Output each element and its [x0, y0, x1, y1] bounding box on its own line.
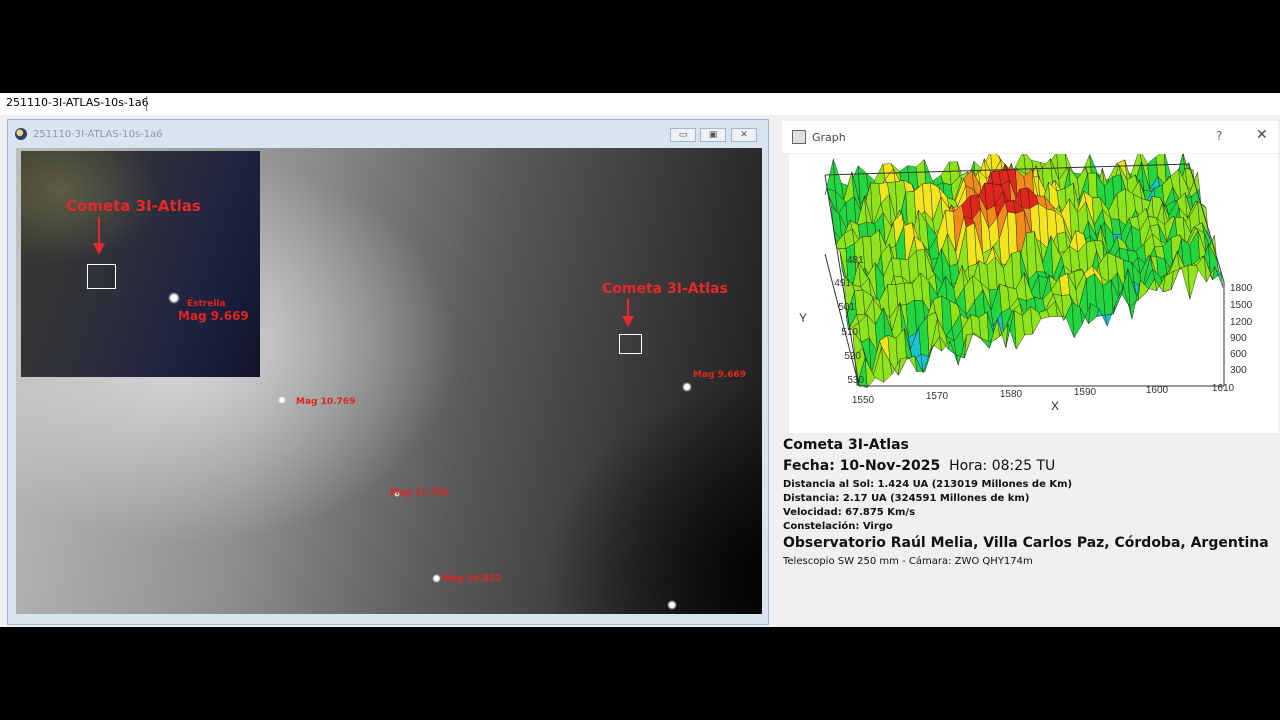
- image-window: 251110-3I-ATLAS-10s-1a6 ▭ ▣ ✕ Cometa 3I-…: [7, 119, 769, 625]
- info-observatory: Observatorio Raúl Melia, Villa Carlos Pa…: [783, 535, 1269, 551]
- astro-image[interactable]: Cometa 3I-Atlas Mag 9.669 Mag 10.769 Mag…: [16, 148, 762, 614]
- y-axis-label: Y: [799, 311, 807, 325]
- close-button[interactable]: ✕: [731, 128, 757, 142]
- info-constellation: Constelación: Virgo: [783, 521, 893, 532]
- document-tab-bar: 251110-3I-ATLAS-10s-1a6: [0, 93, 1280, 116]
- z-tick: 900: [1230, 333, 1247, 344]
- comet-selection-box: [619, 334, 642, 354]
- x-tick: 1550: [852, 395, 875, 406]
- inset-star-label: Estrella: [187, 299, 226, 309]
- magnitude-label: Mag 10.769: [296, 397, 356, 407]
- y-tick: 481: [847, 255, 864, 266]
- y-tick: 501: [838, 302, 855, 313]
- x-axis-label: X: [1051, 399, 1059, 413]
- info-title: Cometa 3I-Atlas: [783, 437, 909, 453]
- image-window-title: 251110-3I-ATLAS-10s-1a6: [33, 129, 163, 140]
- zoom-inset: Cometa 3I-Atlas Estrella Mag 9.669: [21, 151, 260, 377]
- info-fecha: Fecha: 10-Nov-2025: [783, 458, 941, 474]
- y-tick: 530: [847, 375, 864, 386]
- magnitude-label: Mag 9.669: [693, 370, 747, 380]
- image-window-titlebar[interactable]: 251110-3I-ATLAS-10s-1a6 ▭ ▣ ✕: [8, 120, 768, 148]
- surface-plot[interactable]: 481 491 501 510 520 530 Y 1550 1570 1580…: [789, 149, 1278, 433]
- info-date-line: Fecha: 10-Nov-2025 Hora: 08:25 TU: [783, 458, 1055, 474]
- y-tick: 491: [834, 278, 851, 289]
- graph-icon: [792, 130, 806, 144]
- info-equipment: Telescopio SW 250 mm - Cámara: ZWO QHY17…: [783, 556, 1033, 567]
- inset-comet-label: Cometa 3I-Atlas: [66, 197, 201, 215]
- x-tick: 1580: [1000, 389, 1023, 400]
- z-tick: 1800: [1230, 283, 1253, 294]
- y-tick: 510: [841, 327, 858, 338]
- info-distance-sun: Distancia al Sol: 1.424 UA (213019 Millo…: [783, 479, 1073, 490]
- arrow-down-icon: [93, 217, 105, 255]
- minimize-button[interactable]: ▭: [670, 128, 696, 142]
- arrow-down-icon: [622, 298, 634, 327]
- inset-star-mag: Mag 9.669: [178, 309, 249, 323]
- z-tick: 600: [1230, 349, 1247, 360]
- close-button[interactable]: ✕: [1256, 127, 1268, 143]
- x-tick: 1590: [1074, 387, 1097, 398]
- star: [682, 382, 692, 392]
- info-panel: Cometa 3I-Atlas Fecha: 10-Nov-2025 Hora:…: [782, 435, 1278, 575]
- surface-mesh: [824, 149, 1224, 389]
- graph-window: Graph ? ✕ 481 491 501 510 520 530 Y 1550…: [782, 121, 1278, 627]
- star: [667, 600, 677, 610]
- info-hora: Hora: 08:25 TU: [949, 458, 1056, 474]
- maximize-button[interactable]: ▣: [700, 128, 726, 142]
- x-tick: 1570: [926, 391, 949, 402]
- star: [168, 292, 180, 304]
- z-tick: 300: [1230, 365, 1247, 376]
- info-velocity: Velocidad: 67.875 Km/s: [783, 507, 916, 518]
- z-tick: 1500: [1230, 300, 1253, 311]
- z-tick: 1200: [1230, 317, 1253, 328]
- star: [278, 396, 286, 404]
- star: [432, 574, 441, 583]
- comet-label: Cometa 3I-Atlas: [602, 281, 728, 297]
- magnitude-label: Mag 11.792: [390, 488, 450, 498]
- x-tick: 1610: [1212, 383, 1235, 394]
- app-icon: [15, 128, 27, 140]
- surface-plot-svg: 481 491 501 510 520 530 Y 1550 1570 1580…: [799, 149, 1253, 413]
- x-tick: 1600: [1146, 385, 1169, 396]
- tab-separator: [146, 96, 147, 111]
- info-distance: Distancia: 2.17 UA (324591 Millones de k…: [783, 493, 1030, 504]
- magnitude-label: Mag 10.822: [442, 574, 502, 584]
- y-tick: 520: [844, 351, 861, 362]
- graph-titlebar[interactable]: Graph ? ✕: [782, 121, 1278, 153]
- graph-title: Graph: [812, 131, 846, 144]
- document-tab[interactable]: 251110-3I-ATLAS-10s-1a6: [6, 96, 149, 109]
- help-button[interactable]: ?: [1216, 129, 1222, 143]
- inset-comet-box: [87, 264, 116, 289]
